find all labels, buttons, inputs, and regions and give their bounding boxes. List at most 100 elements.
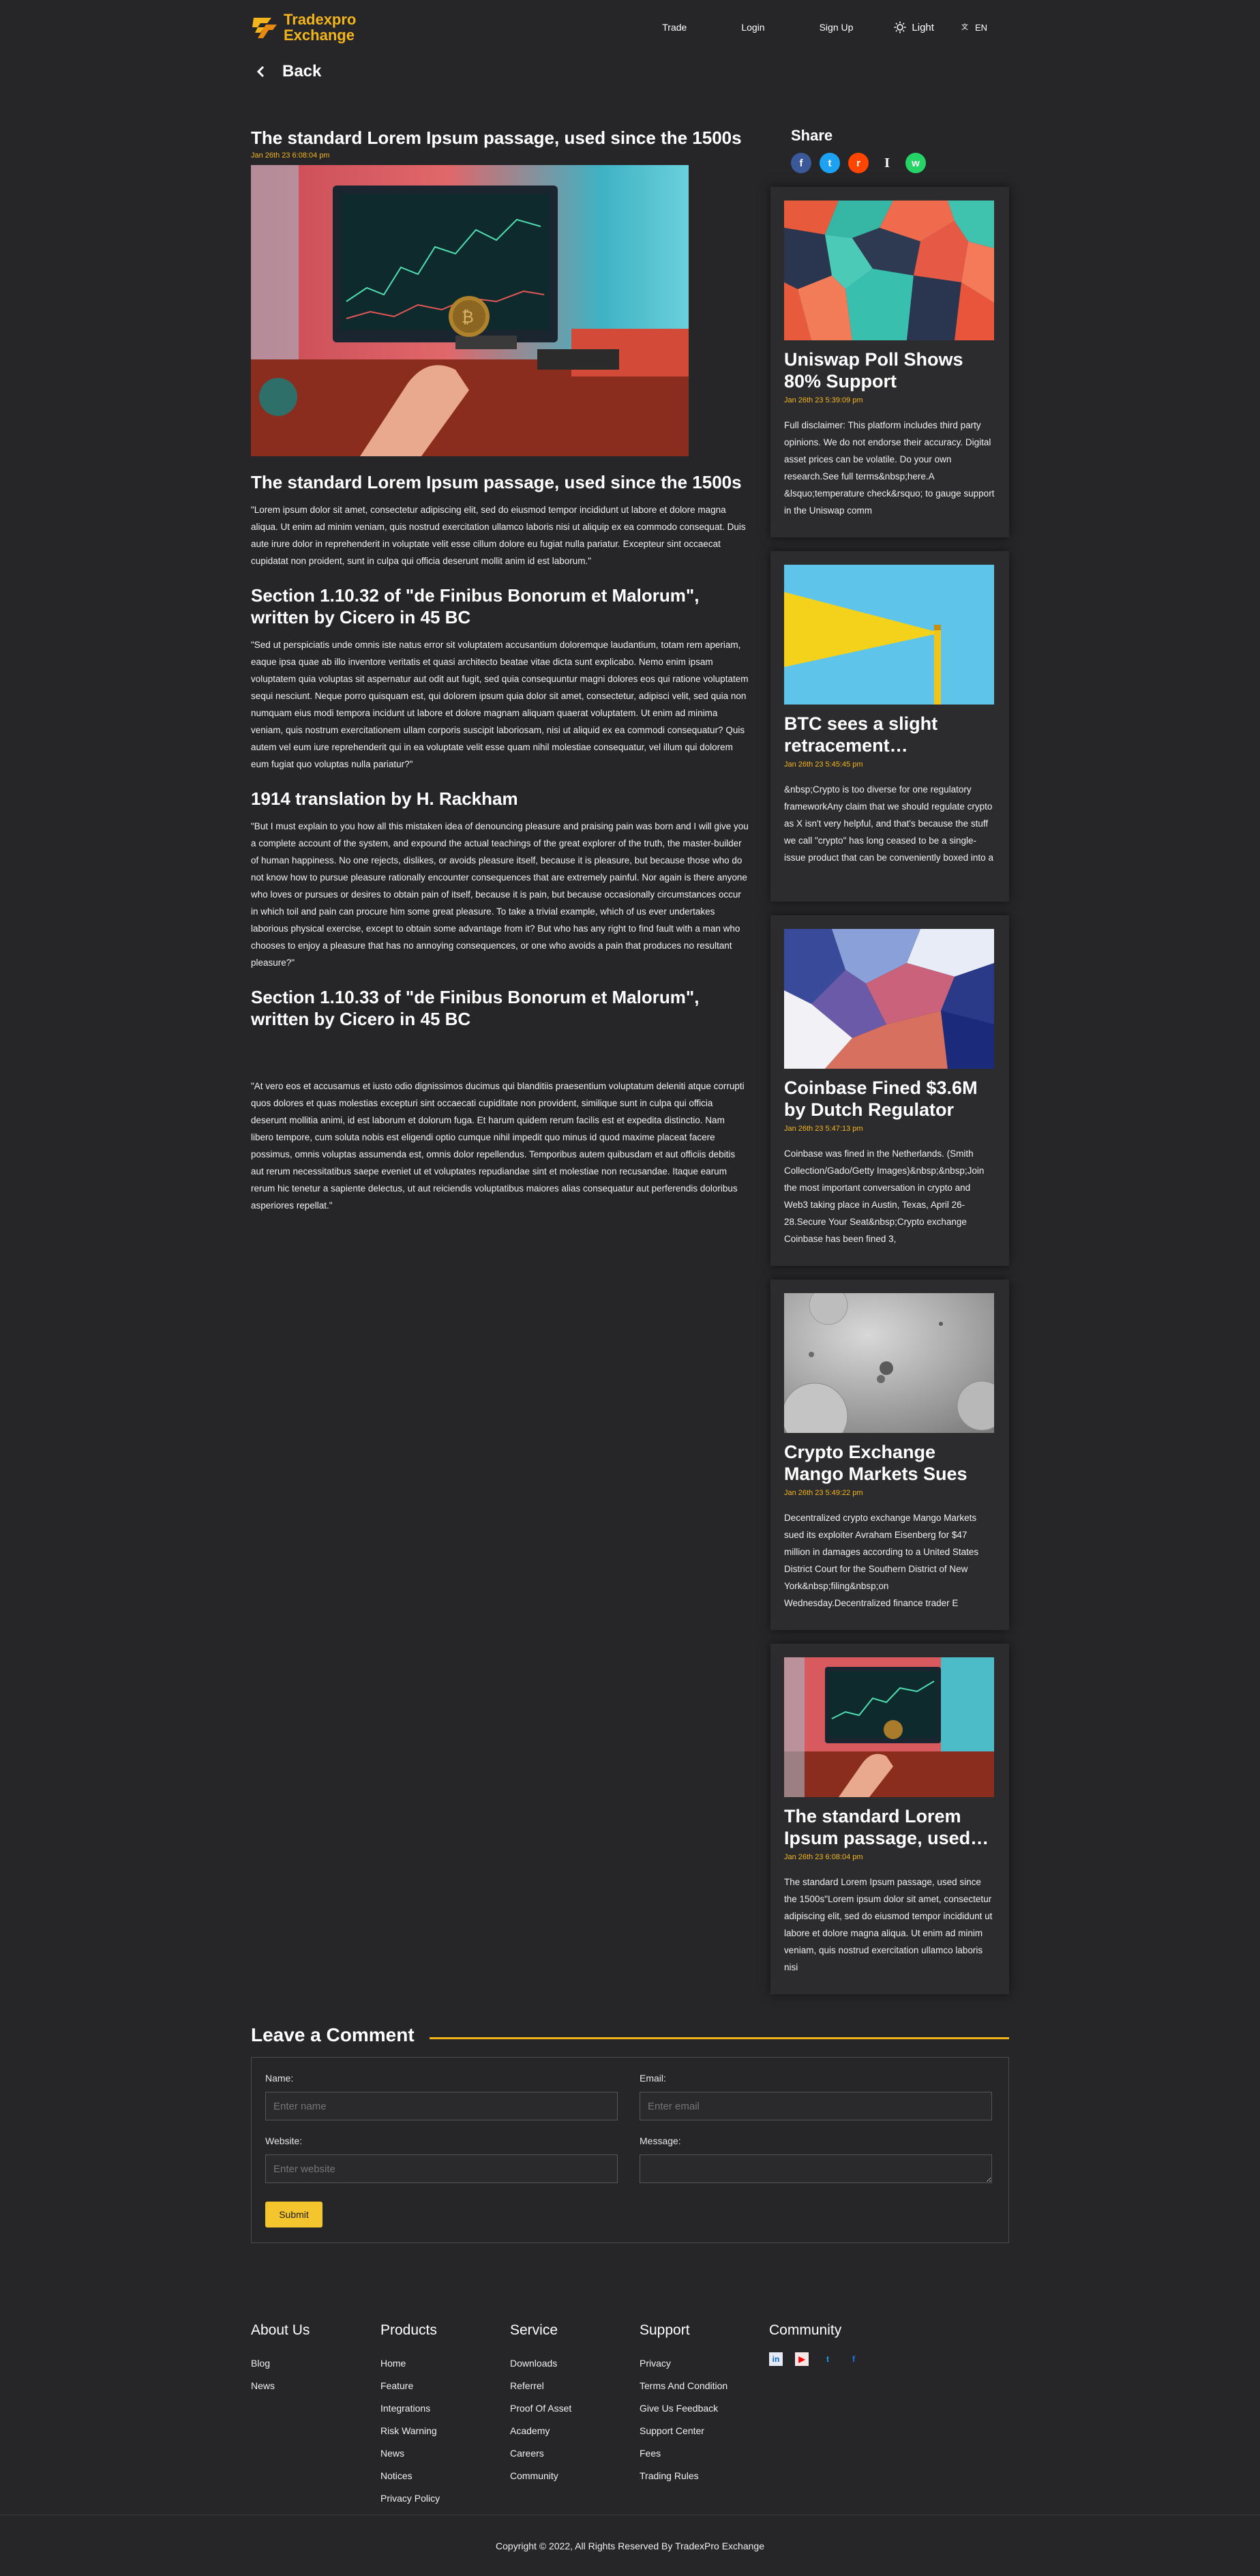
copyright: Copyright © 2022, All Rights Reserved By… bbox=[0, 2515, 1260, 2576]
footer-link[interactable]: Blog bbox=[251, 2352, 380, 2375]
news-card[interactable]: Uniswap Poll Shows 80% Support Decentral… bbox=[770, 187, 1009, 537]
chevron-left-icon bbox=[256, 65, 265, 78]
footer-link[interactable]: Support Center bbox=[640, 2420, 769, 2442]
news-card[interactable]: Crypto Exchange Mango Markets Sues Explo… bbox=[770, 1279, 1009, 1630]
footer-col-products: Products Home Feature Integrations Risk … bbox=[380, 2322, 510, 2510]
card-title: Coinbase Fined $3.6M by Dutch Regulator … bbox=[784, 1078, 978, 1120]
article-section-4: Section 1.10.33 of "de Finibus Bonorum e… bbox=[251, 986, 749, 1214]
top-header: Tradexpro Exchange Trade Login Sign Up L… bbox=[251, 0, 1009, 55]
section-text: "At vero eos et accusamus et iusto odio … bbox=[251, 1081, 745, 1211]
logo-line1: Tradexpro bbox=[284, 11, 357, 28]
section-heading: 1914 translation by H. Rackham bbox=[251, 788, 518, 809]
footer-link[interactable]: Academy bbox=[510, 2420, 640, 2442]
youtube-icon[interactable]: ▶ bbox=[795, 2352, 809, 2366]
card-text: &nbsp;Crypto is too diverse for one regu… bbox=[784, 784, 993, 863]
svg-text:文: 文 bbox=[961, 23, 968, 31]
footer-link[interactable]: Community bbox=[510, 2465, 640, 2487]
footer-link[interactable]: News bbox=[251, 2375, 380, 2397]
section-text: "But I must explain to you how all this … bbox=[251, 821, 749, 968]
footer-link[interactable]: Trading Rules bbox=[640, 2465, 769, 2487]
footer-link[interactable]: Terms And Condition bbox=[640, 2375, 769, 2397]
name-input[interactable] bbox=[265, 2092, 618, 2120]
twitter-icon[interactable]: t bbox=[820, 153, 840, 173]
card-date: Jan 26th 23 5:39:09 pm bbox=[784, 396, 863, 404]
whatsapp-icon[interactable]: w bbox=[905, 153, 926, 173]
footer-link[interactable]: Downloads bbox=[510, 2352, 640, 2375]
message-textarea[interactable] bbox=[640, 2155, 992, 2183]
comment-section-header: Leave a Comment bbox=[251, 2024, 1009, 2046]
card-date: Jan 26th 23 5:45:45 pm bbox=[784, 760, 863, 769]
card-image bbox=[784, 1293, 994, 1433]
footer-link[interactable]: Privacy bbox=[640, 2352, 769, 2375]
card-title: Uniswap Poll Shows 80% Support Decentral… bbox=[784, 349, 963, 391]
article-section-2: Section 1.10.32 of "de Finibus Bonorum e… bbox=[251, 584, 749, 773]
article: The standard Lorem Ipsum passage, used s… bbox=[251, 127, 749, 2008]
footer-link[interactable]: Referrel bbox=[510, 2375, 640, 2397]
footer-col-title: Products bbox=[380, 2322, 437, 2338]
back-label: Back bbox=[282, 62, 322, 80]
card-date: Jan 26th 23 5:47:13 pm bbox=[784, 1125, 863, 1133]
section-heading: Section 1.10.32 of "de Finibus Bonorum e… bbox=[251, 585, 700, 627]
section-heading: The standard Lorem Ipsum passage, used s… bbox=[251, 472, 742, 492]
card-text: Coinbase was fined in the Netherlands. (… bbox=[784, 1149, 985, 1244]
twitter-icon[interactable]: t bbox=[821, 2352, 835, 2366]
news-card[interactable]: Coinbase Fined $3.6M by Dutch Regulator … bbox=[770, 915, 1009, 1266]
card-image bbox=[784, 929, 994, 1069]
facebook-icon[interactable]: f bbox=[791, 153, 811, 173]
footer-col-community: Community in ▶ t f bbox=[769, 2322, 899, 2510]
article-title: The standard Lorem Ipsum passage, used s… bbox=[251, 128, 742, 148]
nav-trade[interactable]: Trade bbox=[662, 22, 687, 33]
card-text: Full disclaimer: This platform includes … bbox=[784, 420, 995, 516]
nav-signup[interactable]: Sign Up bbox=[820, 22, 854, 33]
submit-button[interactable]: Submit bbox=[265, 2202, 322, 2227]
section-heading: Section 1.10.33 of "de Finibus Bonorum e… bbox=[251, 987, 700, 1029]
svg-text:₿: ₿ bbox=[462, 308, 474, 327]
translate-icon: 文 bbox=[961, 23, 968, 31]
article-date: Jan 26th 23 6:08:04 pm bbox=[251, 151, 330, 160]
footer-link[interactable]: Notices bbox=[380, 2465, 510, 2487]
card-image bbox=[784, 201, 994, 340]
reddit-icon[interactable]: r bbox=[848, 153, 869, 173]
email-input[interactable] bbox=[640, 2092, 992, 2120]
footer-col-support: Support Privacy Terms And Condition Give… bbox=[640, 2322, 769, 2510]
news-card[interactable]: BTC sees a slight retracement… Jan 26th … bbox=[770, 551, 1009, 902]
logo[interactable]: Tradexpro Exchange bbox=[251, 11, 356, 44]
card-date: Jan 26th 23 6:08:04 pm bbox=[784, 1853, 863, 1861]
nav-login[interactable]: Login bbox=[741, 22, 764, 33]
article-section-1: The standard Lorem Ipsum passage, used s… bbox=[251, 471, 749, 569]
footer-link[interactable]: Fees bbox=[640, 2442, 769, 2465]
footer-link[interactable]: Privacy Policy bbox=[380, 2487, 510, 2510]
share-title: Share bbox=[791, 127, 833, 144]
news-card[interactable]: The standard Lorem Ipsum passage, used… … bbox=[770, 1644, 1009, 1994]
footer-link[interactable]: Careers bbox=[510, 2442, 640, 2465]
footer-col-title: About Us bbox=[251, 2322, 310, 2338]
footer-link[interactable]: Proof Of Asset bbox=[510, 2397, 640, 2420]
linkedin-icon[interactable]: in bbox=[769, 2352, 783, 2366]
card-image bbox=[784, 1657, 994, 1797]
section-text: "Sed ut perspiciatis unde omnis iste nat… bbox=[251, 640, 749, 769]
website-label: Website: bbox=[265, 2135, 303, 2146]
footer-link[interactable]: News bbox=[380, 2442, 510, 2465]
card-title: The standard Lorem Ipsum passage, used… bbox=[784, 1806, 989, 1848]
footer-col-title: Support bbox=[640, 2322, 690, 2338]
footer-link[interactable]: Integrations bbox=[380, 2397, 510, 2420]
main-nav: Trade Login Sign Up Light 文 EN bbox=[608, 21, 1009, 33]
instapaper-icon[interactable]: I bbox=[877, 153, 897, 173]
language-label: EN bbox=[974, 22, 987, 33]
back-button[interactable]: Back bbox=[251, 55, 1009, 89]
theme-toggle[interactable]: Light bbox=[894, 21, 934, 33]
footer-link[interactable]: Risk Warning bbox=[380, 2420, 510, 2442]
article-hero-image: ₿ bbox=[251, 165, 689, 456]
footer-link[interactable]: Home bbox=[380, 2352, 510, 2375]
language-selector[interactable]: 文 EN bbox=[961, 23, 987, 33]
message-label: Message: bbox=[640, 2135, 681, 2146]
website-input[interactable] bbox=[265, 2155, 618, 2183]
facebook-icon[interactable]: f bbox=[847, 2352, 860, 2366]
footer-link[interactable]: Feature bbox=[380, 2375, 510, 2397]
sun-icon bbox=[894, 21, 906, 33]
footer-link[interactable]: Give Us Feedback bbox=[640, 2397, 769, 2420]
logo-icon bbox=[252, 18, 277, 38]
footer-col-title: Community bbox=[769, 2322, 842, 2338]
card-title: Crypto Exchange Mango Markets Sues Explo… bbox=[784, 1442, 967, 1484]
footer: About Us Blog News Products Home Feature… bbox=[251, 2322, 1009, 2510]
